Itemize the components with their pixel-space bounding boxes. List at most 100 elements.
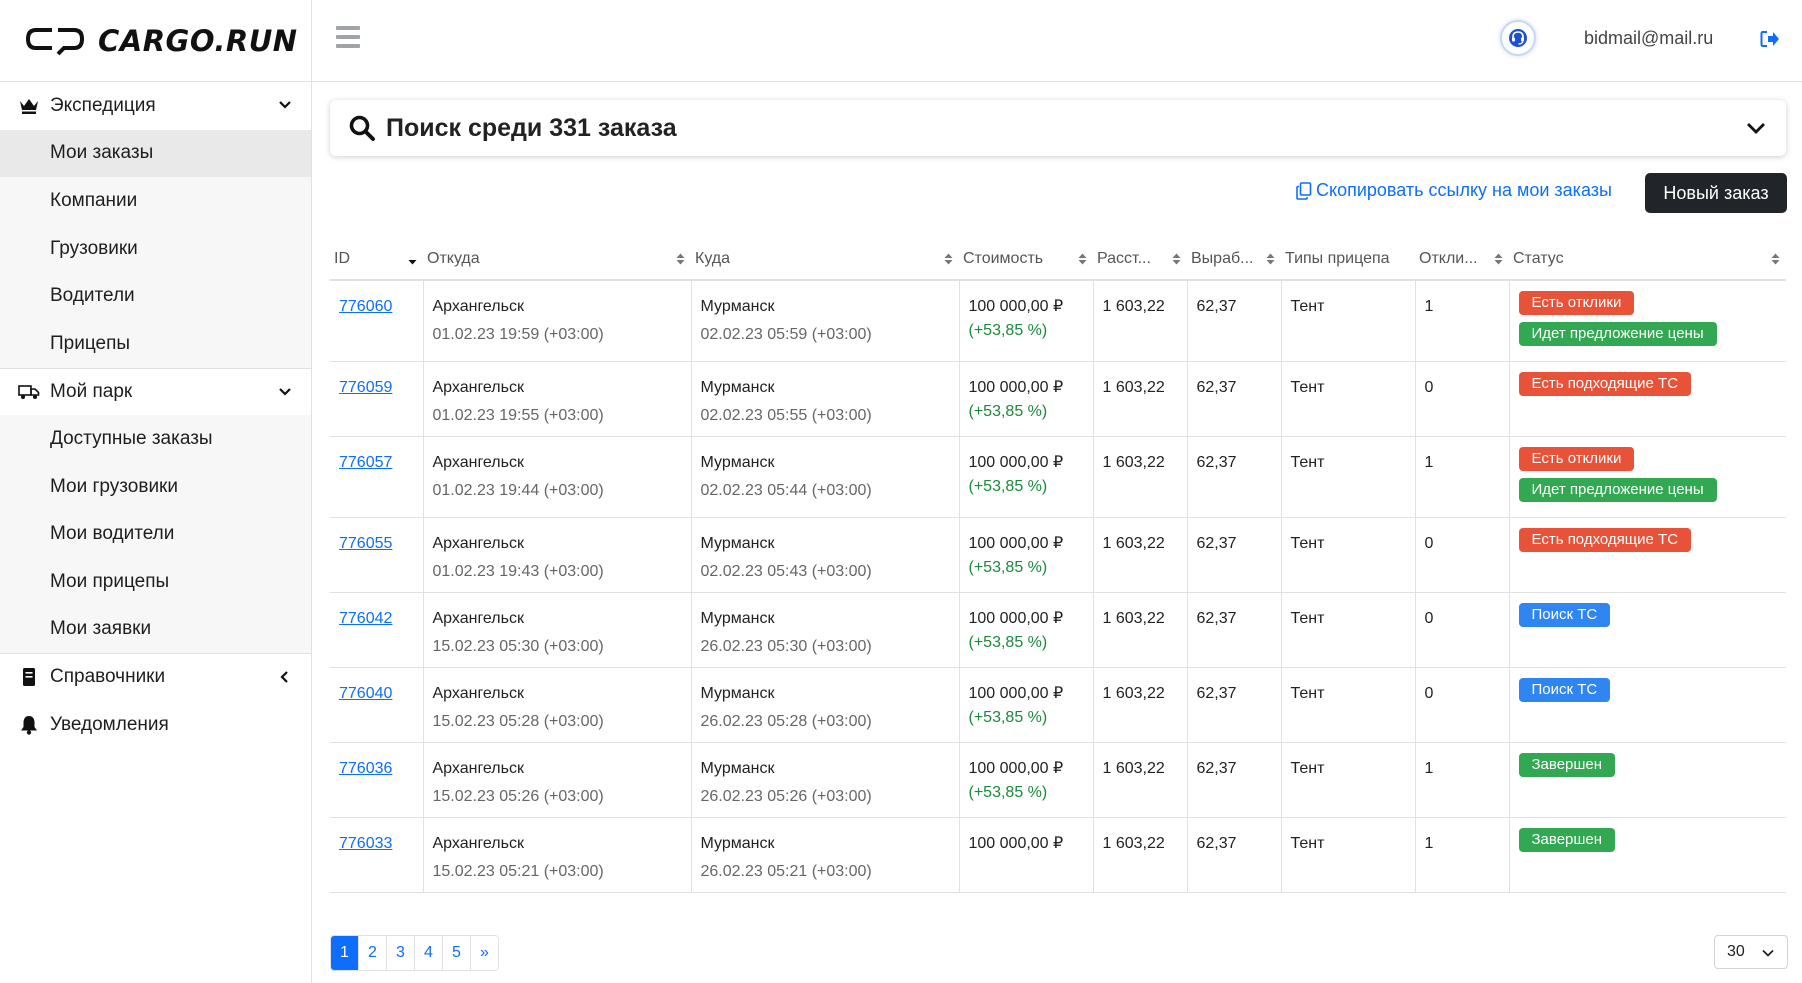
order-id-link[interactable]: 776060 — [339, 298, 392, 315]
truck-icon — [18, 381, 40, 403]
sidebar-item-available-orders[interactable]: Доступные заказы — [0, 415, 311, 463]
cell-id: 776057 — [330, 436, 423, 518]
cell-to: Мурманск 26.02.23 05:28 (+03:00) — [690, 667, 959, 743]
brand[interactable]: CARGO.RUN — [0, 0, 312, 82]
sidebar-item-label: Мои водители — [50, 523, 175, 545]
column-header-to[interactable]: Куда — [691, 239, 959, 281]
cell-distance: 1 603,22 — [1092, 667, 1187, 743]
cell-status: Есть подходящие ТС — [1508, 517, 1786, 593]
sort-icon — [1494, 253, 1503, 265]
user-email[interactable]: bidmail@mail.ru — [1584, 28, 1713, 49]
cell-to: Мурманск 26.02.23 05:21 (+03:00) — [690, 817, 959, 893]
table-row: 776033 Архангельск 15.02.23 05:21 (+03:00)… — [330, 817, 1786, 893]
to-city: Мурманск — [700, 610, 775, 627]
sidebar-item-label: Водители — [50, 285, 135, 307]
responses-count: 0 — [1424, 535, 1434, 552]
column-header-distance[interactable]: Расст... — [1093, 239, 1187, 281]
column-header-status[interactable]: Статус — [1509, 239, 1786, 281]
status-badge: Есть отклики — [1518, 291, 1635, 315]
cell-price: 100 000,00 ₽ (+53,85 %) — [958, 742, 1093, 818]
new-order-button[interactable]: Новый заказ — [1645, 173, 1787, 213]
distance-value: 1 603,22 — [1102, 535, 1165, 552]
sidebar-item-trucks[interactable]: Грузовики — [0, 224, 311, 273]
from-city: Архангельск — [432, 760, 524, 777]
logout-icon[interactable] — [1760, 30, 1780, 48]
sort-icon — [944, 253, 953, 265]
per-page-select[interactable]: 30 — [1714, 935, 1788, 969]
cell-to: Мурманск 26.02.23 05:26 (+03:00) — [690, 742, 959, 818]
menu-toggle-icon[interactable] — [336, 26, 360, 48]
sidebar-item-my-orders[interactable]: Мои заказы — [0, 129, 311, 178]
order-id-link[interactable]: 776057 — [339, 454, 392, 471]
cell-status: Завершен — [1508, 817, 1786, 893]
order-id-link[interactable]: 776042 — [339, 610, 392, 627]
order-id-link[interactable]: 776055 — [339, 535, 392, 552]
support-button[interactable] — [1500, 20, 1536, 56]
table-row: 776059 Архангельск 01.02.23 19:55 (+03:00)… — [330, 361, 1786, 437]
sidebar-item-my-requests[interactable]: Мои заявки — [0, 605, 311, 654]
search-icon — [349, 115, 375, 141]
trailer-type: Тент — [1290, 298, 1325, 315]
column-header-id[interactable]: ID — [330, 239, 423, 281]
page-button-5[interactable]: 5 — [443, 936, 471, 970]
sidebar-item-companies[interactable]: Компании — [0, 177, 311, 225]
column-header-from[interactable]: Откуда — [423, 239, 691, 281]
page-button-1[interactable]: 1 — [331, 936, 359, 970]
to-date: 02.02.23 05:44 (+03:00) — [700, 482, 872, 499]
yield-value: 62,37 — [1196, 298, 1237, 315]
sidebar-group-expedition[interactable]: Экспедиция — [0, 82, 311, 130]
column-header-price[interactable]: Стоимость — [959, 239, 1093, 281]
order-id-link[interactable]: 776040 — [339, 685, 392, 702]
sidebar-group-label: Экспедиция — [50, 94, 156, 116]
sidebar-item-my-trucks[interactable]: Мои грузовики — [0, 462, 311, 511]
to-date: 26.02.23 05:30 (+03:00) — [700, 638, 872, 655]
cell-status: Есть отклики Идет предложение цены — [1508, 436, 1786, 518]
sidebar-group-my-fleet[interactable]: Мой парк — [0, 367, 311, 416]
cell-trailer: Тент — [1280, 280, 1415, 362]
cell-id: 776059 — [330, 361, 423, 437]
status-badge: Есть подходящие ТС — [1518, 528, 1692, 552]
cell-status: Поиск ТС — [1508, 667, 1786, 743]
yield-value: 62,37 — [1196, 835, 1237, 852]
cell-price: 100 000,00 ₽ (+53,85 %) — [958, 592, 1093, 668]
cell-from: Архангельск 01.02.23 19:59 (+03:00) — [422, 280, 691, 362]
sidebar-item-my-trailers[interactable]: Мои прицепы — [0, 557, 311, 606]
next-page-button[interactable]: » — [471, 936, 498, 970]
order-id-link[interactable]: 776036 — [339, 760, 392, 777]
sidebar-item-my-drivers[interactable]: Мои водители — [0, 510, 311, 558]
sidebar-item-trailers[interactable]: Прицепы — [0, 319, 311, 368]
cell-distance: 1 603,22 — [1092, 592, 1187, 668]
cell-from: Архангельск 01.02.23 19:43 (+03:00) — [422, 517, 691, 593]
status-badge: Идет предложение цены — [1518, 322, 1717, 346]
cell-trailer: Тент — [1280, 436, 1415, 518]
order-id-link[interactable]: 776059 — [339, 379, 392, 396]
page-button-2[interactable]: 2 — [359, 936, 387, 970]
column-header-yield[interactable]: Выраб... — [1187, 239, 1281, 281]
yield-value: 62,37 — [1196, 379, 1237, 396]
responses-count: 1 — [1424, 760, 1434, 777]
table-row: 776042 Архангельск 15.02.23 05:30 (+03:00)… — [330, 592, 1786, 668]
from-date: 15.02.23 05:30 (+03:00) — [432, 638, 604, 655]
page-button-4[interactable]: 4 — [415, 936, 443, 970]
yield-value: 62,37 — [1196, 685, 1237, 702]
copy-link-button[interactable]: Скопировать ссылку на мои заказы — [1296, 180, 1612, 201]
to-city: Мурманск — [700, 835, 775, 852]
to-city: Мурманск — [700, 760, 775, 777]
column-header-responses[interactable]: Откли... — [1415, 239, 1509, 281]
chevron-down-icon[interactable] — [1744, 116, 1768, 140]
logo-icon — [25, 28, 85, 56]
sidebar-item-drivers[interactable]: Водители — [0, 272, 311, 320]
to-city: Мурманск — [700, 298, 775, 315]
pagination: 1 2 3 4 5» — [330, 935, 499, 971]
table-row: 776036 Архангельск 15.02.23 05:26 (+03:00)… — [330, 742, 1786, 818]
sidebar-group-directories[interactable]: Справочники — [0, 653, 311, 701]
cell-id: 776055 — [330, 517, 423, 593]
cell-from: Архангельск 15.02.23 05:21 (+03:00) — [422, 817, 691, 893]
search-panel[interactable]: Поиск среди 331 заказа — [330, 100, 1786, 156]
column-header-trailer-types: Типы прицепа — [1281, 239, 1415, 281]
sidebar-item-notifications[interactable]: Уведомления — [0, 701, 311, 749]
cell-responses: 1 — [1414, 742, 1509, 818]
page-button-3[interactable]: 3 — [387, 936, 415, 970]
order-id-link[interactable]: 776033 — [339, 835, 392, 852]
sidebar-item-label: Мои заявки — [50, 618, 152, 640]
